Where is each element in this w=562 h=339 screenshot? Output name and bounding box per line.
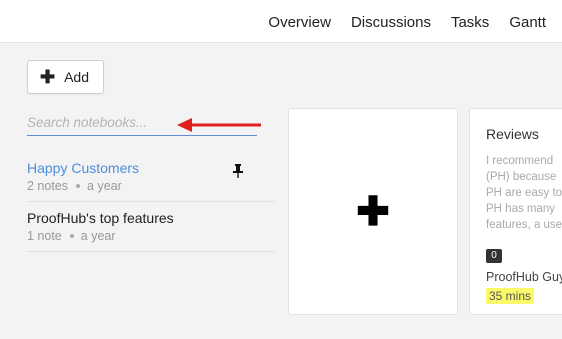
separator-dot bbox=[76, 184, 81, 188]
notebook-updated: a year bbox=[80, 229, 116, 243]
top-nav: Overview Discussions Tasks Gantt bbox=[268, 13, 562, 33]
note-excerpt-line: features, a use bbox=[486, 219, 562, 231]
tab-tasks[interactable]: Tasks bbox=[451, 13, 489, 33]
new-note-card[interactable]: ✚ bbox=[288, 108, 458, 315]
note-card-reviews[interactable]: Reviews I recommend (PH) because PH are … bbox=[469, 108, 562, 315]
note-author: ProofHub Guy bbox=[486, 270, 562, 284]
plus-icon: ✚ bbox=[40, 67, 56, 87]
tab-overview[interactable]: Overview bbox=[268, 13, 331, 33]
notebook-meta: 1 note a year bbox=[27, 229, 276, 243]
notebook-note-count: 1 note bbox=[27, 229, 62, 243]
note-excerpt-line: I recommend bbox=[486, 155, 554, 167]
notebook-list: Happy Customers 2 notes a year ProofHub'… bbox=[27, 152, 276, 252]
note-excerpt: I recommend (PH) because PH are easy to … bbox=[486, 153, 562, 233]
note-title: Reviews bbox=[486, 126, 539, 142]
top-bar: Overview Discussions Tasks Gantt bbox=[0, 0, 562, 43]
note-excerpt-line: PH are easy to bbox=[486, 187, 562, 199]
note-excerpt-line: (PH) because bbox=[486, 171, 557, 183]
notebook-meta: 2 notes a year bbox=[27, 179, 276, 193]
add-button-label: Add bbox=[64, 69, 90, 85]
pin-icon[interactable] bbox=[232, 164, 244, 178]
note-timestamp: 35 mins bbox=[486, 288, 535, 304]
notebook-title: ProofHub's top features bbox=[27, 210, 174, 226]
note-excerpt-line: PH has many bbox=[486, 203, 556, 215]
tab-discussions[interactable]: Discussions bbox=[351, 13, 431, 33]
notebook-note-count: 2 notes bbox=[27, 179, 69, 193]
notebook-updated: a year bbox=[87, 179, 122, 193]
tab-gantt[interactable]: Gantt bbox=[509, 13, 546, 33]
arrow-left-icon bbox=[177, 118, 261, 132]
add-notebook-button[interactable]: ✚ Add bbox=[27, 60, 104, 94]
separator-dot bbox=[69, 234, 74, 238]
comment-count-badge: 0 bbox=[486, 249, 502, 263]
plus-icon: ✚ bbox=[356, 189, 390, 234]
notebook-item-happy-customers[interactable]: Happy Customers 2 notes a year bbox=[27, 152, 276, 202]
notebook-item-top-features[interactable]: ProofHub's top features 1 note a year bbox=[27, 202, 276, 252]
